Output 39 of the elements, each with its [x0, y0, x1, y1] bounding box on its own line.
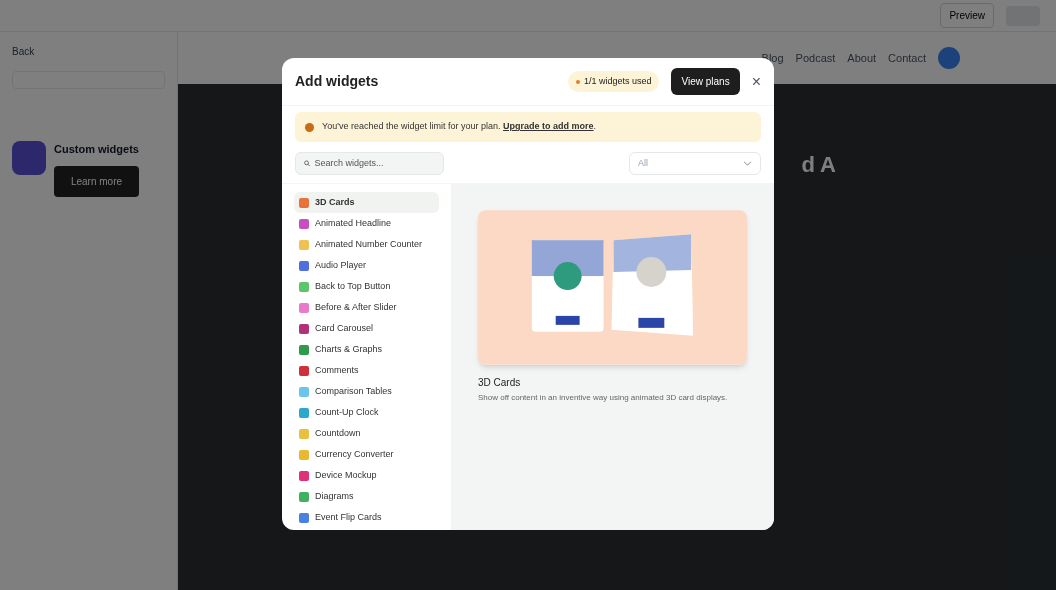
widgets-icon — [12, 141, 46, 175]
nav-link[interactable]: Podcast — [795, 49, 836, 67]
search-field[interactable]: Search widgets... — [295, 152, 444, 175]
hero-heading: d A — [801, 151, 836, 179]
alert-message: You've reached the widget limit for your plan. Upgrade to add more. — [322, 120, 597, 134]
widget-list-item[interactable]: Event Flip Cards — [294, 507, 439, 528]
widget-list-item[interactable]: Before & After Slider — [294, 297, 439, 318]
widget-list-item[interactable]: Diagrams — [294, 486, 439, 507]
learn-more-button[interactable]: Learn more — [54, 165, 139, 197]
widget-list-item[interactable]: Audio Player — [294, 255, 439, 276]
widget-list-item[interactable]: Card Carousel — [294, 318, 439, 339]
search-input[interactable]: Search widgets... — [314, 156, 435, 171]
widget-list-item[interactable]: Comments — [294, 360, 439, 381]
avatar — [938, 47, 960, 69]
upgrade-link[interactable]: Upgrade to add more — [503, 121, 594, 132]
widget-list-item[interactable]: Charts & Graphs — [294, 339, 439, 360]
widget-list-item[interactable]: 3D Cards — [294, 192, 439, 213]
preview-button[interactable]: Preview — [940, 3, 994, 28]
widget-list-item[interactable]: Currency Converter — [294, 444, 439, 465]
widget-list-item[interactable]: Animated Headline — [294, 213, 439, 234]
widget-list-item[interactable]: Device Mockup — [294, 465, 439, 486]
widget-list-item[interactable]: Countdown — [294, 423, 439, 444]
close-button[interactable]: × — [751, 73, 761, 90]
dialog-title: Add widgets — [295, 72, 380, 91]
chevron-down-icon — [743, 161, 752, 166]
preview-title: 3D Cards — [478, 376, 522, 390]
back-link[interactable]: Back — [12, 44, 165, 59]
widget-list-item[interactable]: Animated Number Counter — [294, 234, 439, 255]
search-icon — [304, 160, 311, 167]
widget-list-item[interactable]: Comparison Tables — [294, 381, 439, 402]
nav-link[interactable]: About — [847, 49, 877, 67]
widget-list-item[interactable]: Back to Top Button — [294, 276, 439, 297]
usage-badge: 1/1 widgets used — [567, 70, 660, 93]
view-plans-button[interactable]: View plans — [671, 68, 740, 95]
widget-list-item[interactable]: Count-Up Clock — [294, 402, 439, 423]
promo-title: Custom widgets — [54, 142, 139, 157]
preview-description: Show off content in an inventive way using animated 3D card displays. — [478, 392, 729, 404]
nav-link[interactable]: Contact — [888, 49, 926, 67]
warning-icon — [305, 122, 314, 132]
